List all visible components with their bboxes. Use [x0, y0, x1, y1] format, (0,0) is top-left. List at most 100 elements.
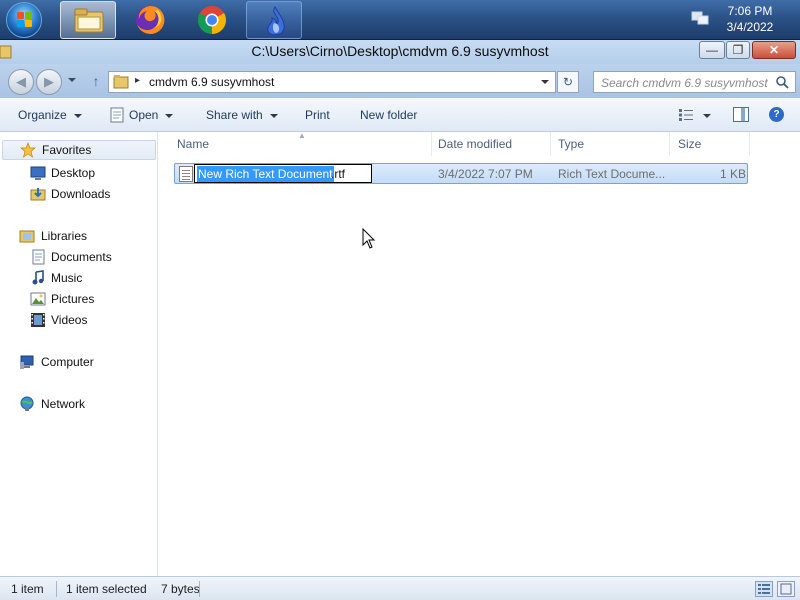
nav-item-downloads[interactable]: Downloads [0, 184, 158, 204]
restore-icon: ❐ [732, 43, 744, 57]
star-icon [20, 142, 36, 158]
column-header-type[interactable]: Type [558, 137, 584, 151]
breadcrumb-chevron-icon[interactable]: ▸ [135, 75, 140, 86]
nav-label-documents: Documents [51, 250, 112, 264]
clock-date: 3/4/2022 [726, 20, 774, 34]
computer-icon [20, 355, 34, 369]
nav-item-pictures[interactable]: Pictures [0, 289, 158, 309]
chevron-down-icon [269, 113, 278, 118]
network-tray-icon[interactable] [690, 10, 710, 26]
nav-label-libraries: Libraries [41, 229, 88, 243]
documents-icon [32, 249, 45, 265]
views-icon[interactable] [679, 109, 693, 121]
command-toolbar: Organize Open Share with Print New folde… [0, 98, 800, 132]
details-view-icon [758, 584, 770, 594]
clock-time: 7:06 PM [727, 4, 773, 18]
column-header-date-modified[interactable]: Date modified [438, 137, 512, 151]
table-row[interactable]: New Rich Text Document .rtf 3/4/2022 7:0… [174, 163, 748, 184]
nav-item-videos[interactable]: Videos [0, 310, 158, 330]
nav-label-music: Music [51, 271, 83, 285]
refresh-button[interactable]: ↻ [557, 71, 579, 93]
folder-explorer-icon [74, 8, 104, 33]
address-row: ◀ ▶ ↑ ▸ cmdvm 6.9 susyvmhost ↻ Search cm… [0, 64, 800, 98]
back-arrow-icon: ◀ [16, 74, 26, 89]
videos-film-icon [31, 313, 45, 327]
folder-icon [113, 75, 129, 89]
search-placeholder: Search cmdvm 6.9 susyvmhost [601, 76, 768, 90]
system-clock[interactable]: 7:06 PM 3/4/2022 [715, 3, 785, 35]
status-selected-size: 7 bytes [161, 582, 200, 596]
details-view-button[interactable] [755, 581, 773, 597]
search-icon[interactable] [775, 75, 789, 89]
mouse-pointer-icon [362, 228, 376, 249]
minimize-button[interactable]: — [699, 41, 725, 59]
nav-label-network: Network [41, 397, 86, 411]
nav-item-documents[interactable]: Documents [0, 247, 158, 267]
rtf-document-icon [179, 166, 193, 182]
address-dropdown-icon[interactable] [541, 80, 549, 84]
nav-item-desktop[interactable]: Desktop [0, 163, 158, 183]
open-label: Open [129, 108, 159, 122]
column-header-size[interactable]: Size [678, 137, 701, 151]
breadcrumb-path[interactable]: cmdvm 6.9 susyvmhost [149, 75, 274, 89]
forward-button[interactable]: ▶ [36, 69, 62, 95]
large-icons-view-icon [780, 583, 792, 595]
pictures-icon [30, 292, 46, 306]
nav-item-music[interactable]: Music [0, 268, 158, 288]
downloads-folder-icon [30, 188, 46, 201]
organize-button[interactable]: Organize [18, 108, 82, 122]
nav-item-network[interactable]: Network [0, 394, 158, 414]
rename-extension-text: .rtf [331, 167, 345, 181]
nav-label-videos: Videos [51, 313, 88, 327]
print-button[interactable]: Print [305, 108, 330, 122]
taskbar-explorer-button[interactable] [60, 1, 116, 39]
close-button[interactable]: ✕ [752, 41, 796, 59]
nav-item-computer[interactable]: Computer [0, 352, 158, 372]
flame-app-icon [267, 6, 285, 36]
taskbar: 7:06 PM 3/4/2022 [0, 0, 800, 40]
taskbar-app-button[interactable] [246, 1, 302, 39]
share-with-label: Share with [206, 108, 263, 122]
chevron-down-icon [73, 113, 82, 118]
libraries-icon [19, 230, 35, 243]
nav-label-pictures: Pictures [51, 292, 95, 306]
start-button[interactable] [6, 2, 42, 38]
preview-pane-icon[interactable] [733, 107, 749, 122]
nav-label-favorites: Favorites [42, 143, 92, 157]
column-header-name[interactable]: Name [177, 137, 209, 151]
up-arrow-icon[interactable]: ↑ [88, 73, 104, 89]
sort-ascending-icon: ▲ [298, 131, 306, 140]
address-bar[interactable]: ▸ cmdvm 6.9 susyvmhost [108, 71, 556, 93]
windows-logo-icon [17, 12, 33, 28]
taskbar-chrome-button[interactable] [184, 1, 240, 39]
window-titlebar[interactable]: C:\Users\Cirno\Desktop\cmdvm 6.9 susyvmh… [0, 40, 800, 64]
file-date-modified: 3/4/2022 7:07 PM [438, 167, 533, 181]
new-folder-button[interactable]: New folder [360, 108, 417, 122]
forward-arrow-icon: ▶ [44, 74, 54, 89]
open-button[interactable]: Open [129, 108, 174, 122]
music-note-icon [32, 270, 44, 285]
large-icons-view-button[interactable] [777, 581, 795, 597]
views-chevron-down-icon[interactable] [703, 114, 711, 118]
minimize-icon: — [706, 43, 718, 57]
search-input[interactable]: Search cmdvm 6.9 susyvmhost [593, 71, 796, 93]
maximize-button[interactable]: ❐ [726, 41, 750, 59]
file-list[interactable]: ▲ Name Date modified Type Size New Rich … [159, 131, 800, 576]
nav-item-favorites[interactable]: Favorites [2, 140, 156, 160]
nav-label-downloads: Downloads [51, 187, 111, 201]
rename-input[interactable]: New Rich Text Document .rtf [194, 164, 372, 183]
nav-label-computer: Computer [41, 355, 94, 369]
taskbar-firefox-button[interactable] [122, 1, 178, 39]
desktop-icon [30, 166, 46, 180]
file-type: Rich Text Docume... [558, 167, 666, 181]
share-with-button[interactable]: Share with [206, 108, 278, 122]
help-icon[interactable]: ? [769, 107, 784, 122]
status-selected-count: 1 item selected [66, 582, 147, 596]
back-button[interactable]: ◀ [8, 69, 34, 95]
nav-item-libraries[interactable]: Libraries [0, 226, 158, 246]
refresh-icon: ↻ [562, 75, 574, 89]
rename-selected-text: New Rich Text Document [197, 166, 334, 182]
recent-pages-chevron-icon[interactable] [68, 78, 76, 82]
chrome-icon [198, 6, 226, 34]
navigation-pane: Favorites Desktop Downloads Libraries Do… [0, 132, 158, 576]
